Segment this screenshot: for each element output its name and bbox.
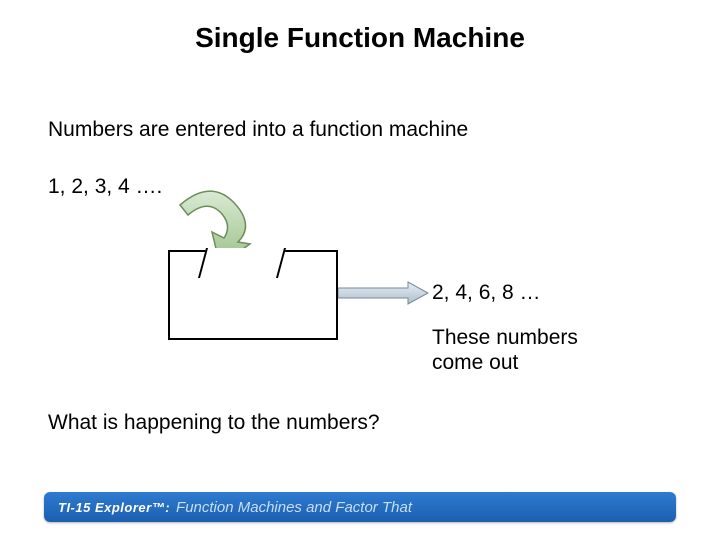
- input-numbers: 1, 2, 3, 4 ….: [48, 175, 162, 199]
- machine-opening: [198, 248, 286, 278]
- slide-title: Single Function Machine: [0, 22, 720, 54]
- output-numbers: 2, 4, 6, 8 …: [432, 281, 541, 305]
- footer-text: Function Machines and Factor That: [176, 499, 412, 516]
- intro-text: Numbers are entered into a function mach…: [48, 118, 468, 142]
- slide: Single Function Machine Numbers are ente…: [0, 0, 720, 540]
- output-caption-line1: These numbers: [432, 325, 578, 350]
- question-text: What is happening to the numbers?: [48, 411, 380, 435]
- output-arrow-icon: [338, 280, 430, 306]
- output-caption-line2: come out: [432, 350, 578, 375]
- footer-bar: TI-15 Explorer™: Function Machines and F…: [44, 492, 676, 522]
- output-caption: These numbers come out: [432, 325, 578, 375]
- footer-logo: TI-15 Explorer™:: [58, 500, 170, 515]
